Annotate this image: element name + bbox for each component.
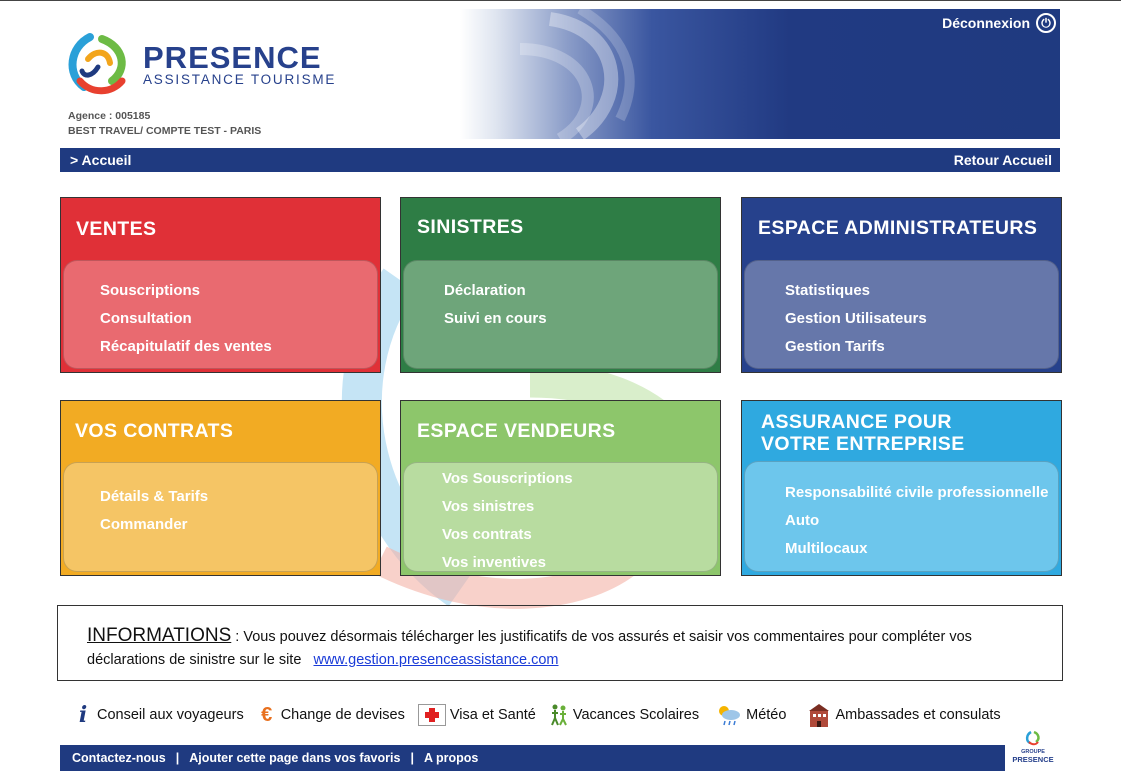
card-ventes: VENTES Souscriptions Consultation Récapi… <box>60 197 381 373</box>
breadcrumb[interactable]: > Accueil <box>70 152 131 168</box>
link-vos-inventives[interactable]: Vos inventives <box>442 549 717 577</box>
about-link[interactable]: A propos <box>424 751 478 765</box>
logout-button[interactable]: Déconnexion ⏻ <box>942 13 1056 33</box>
back-home-link[interactable]: Retour Accueil <box>954 152 1052 168</box>
link-recapitulatif-ventes[interactable]: Récapitulatif des ventes <box>100 333 377 361</box>
link-gestion-utilisateurs[interactable]: Gestion Utilisateurs <box>785 305 1058 333</box>
agency-info: Agence : 005185 BEST TRAVEL/ COMPTE TEST… <box>68 109 261 139</box>
footer-separator: | <box>410 751 414 765</box>
card-title-line2: VOTRE ENTREPRISE <box>761 433 965 455</box>
link-multilocaux[interactable]: Multilocaux <box>785 535 1058 563</box>
agency-name: BEST TRAVEL/ COMPTE TEST - PARIS <box>68 125 262 137</box>
gestion-site-link[interactable]: www.gestion.presenceassistance.com <box>313 652 558 668</box>
tool-ambassades-consulats[interactable]: Ambassades et consulats <box>806 703 1001 727</box>
card-sinistres: SINISTRES Déclaration Suivi en cours <box>400 197 721 373</box>
tools-bar: i Conseil aux voyageurs € Change de devi… <box>72 700 1013 730</box>
link-vos-sinistres[interactable]: Vos sinistres <box>442 493 717 521</box>
card-vos-contrats: VOS CONTRATS Détails & Tarifs Commander <box>60 400 381 576</box>
power-icon: ⏻ <box>1036 13 1056 33</box>
tool-label: Ambassades et consulats <box>835 707 1001 723</box>
tool-label: Météo <box>746 707 787 723</box>
tool-change-devises[interactable]: € Change de devises <box>256 703 405 727</box>
group-line2: PRESENCE <box>1012 755 1054 764</box>
tool-meteo[interactable]: Météo <box>715 703 786 727</box>
children-icon <box>548 703 570 727</box>
header: Déconnexion ⏻ PRESENCE ASSISTANCE TOURIS… <box>60 9 1060 139</box>
info-text-line2: déclarations de sinistre sur le site <box>87 652 302 668</box>
info-icon: i <box>78 702 88 728</box>
tool-label: Vacances Scolaires <box>572 707 700 723</box>
card-title: ASSURANCE POUR VOTRE ENTREPRISE <box>761 411 965 455</box>
brand-name: PRESENCE <box>143 40 322 75</box>
brand-subtitle: ASSISTANCE TOURISME <box>143 72 337 87</box>
info-title: INFORMATIONS <box>87 625 232 646</box>
tool-label: Visa et Santé <box>449 707 536 723</box>
presence-logo <box>68 33 126 95</box>
link-commander[interactable]: Commander <box>100 511 377 539</box>
add-favorites-link[interactable]: Ajouter cette page dans vos favoris <box>189 751 400 765</box>
card-title-line1: ASSURANCE POUR <box>761 411 952 433</box>
groupe-presence-logo: GROUPE PRESENCE <box>1008 730 1058 766</box>
groupe-presence-icon <box>1025 730 1040 746</box>
link-souscriptions[interactable]: Souscriptions <box>100 277 377 305</box>
agency-code: 005185 <box>115 110 151 122</box>
tool-label: Change de devises <box>280 707 405 723</box>
contact-link[interactable]: Contactez-nous <box>72 751 166 765</box>
link-details-tarifs[interactable]: Détails & Tarifs <box>100 483 377 511</box>
building-icon <box>806 703 832 727</box>
brand: PRESENCE ASSISTANCE TOURISME <box>143 40 337 88</box>
top-border <box>0 0 1121 1</box>
card-title: ESPACE VENDEURS <box>417 420 616 442</box>
header-banner: Déconnexion ⏻ <box>460 9 1060 139</box>
card-title: VENTES <box>76 218 157 240</box>
link-vos-souscriptions[interactable]: Vos Souscriptions <box>442 465 717 493</box>
agency-label: Agence : <box>68 110 113 122</box>
link-auto[interactable]: Auto <box>785 507 1058 535</box>
card-title: SINISTRES <box>417 216 524 238</box>
card-links: Déclaration Suivi en cours <box>403 260 718 369</box>
link-statistiques[interactable]: Statistiques <box>785 277 1058 305</box>
card-title: VOS CONTRATS <box>75 420 234 442</box>
link-consultation[interactable]: Consultation <box>100 305 377 333</box>
tool-label: Conseil aux voyageurs <box>97 707 244 723</box>
card-links: Statistiques Gestion Utilisateurs Gestio… <box>744 260 1059 369</box>
red-cross-icon <box>417 703 447 727</box>
footer-separator: | <box>175 751 180 765</box>
card-links: Souscriptions Consultation Récapitulatif… <box>63 260 378 369</box>
logout-label: Déconnexion <box>942 15 1030 31</box>
card-title: ESPACE ADMINISTRATEURS <box>758 217 1038 239</box>
link-declaration[interactable]: Déclaration <box>444 277 717 305</box>
info-text-line1: : Vous pouvez désormais télécharger les … <box>231 629 972 645</box>
tool-visa-sante[interactable]: Visa et Santé <box>417 703 536 727</box>
footer-bar: Contactez-nous | Ajouter cette page dans… <box>60 745 1005 771</box>
tool-vacances-scolaires[interactable]: Vacances Scolaires <box>548 703 699 727</box>
information-box: INFORMATIONS : Vous pouvez désormais tél… <box>57 605 1063 681</box>
nav-bar: > Accueil Retour Accueil <box>60 148 1060 172</box>
link-responsabilite-civile[interactable]: Responsabilité civile professionnelle <box>785 479 1058 507</box>
card-links: Détails & Tarifs Commander <box>63 462 378 572</box>
card-links: Vos Souscriptions Vos sinistres Vos cont… <box>403 462 718 572</box>
tool-conseil-voyageurs[interactable]: i Conseil aux voyageurs <box>72 702 244 728</box>
card-assurance-entreprise: ASSURANCE POUR VOTRE ENTREPRISE Responsa… <box>741 400 1062 576</box>
euro-icon: € <box>261 703 273 726</box>
weather-icon <box>715 703 743 727</box>
link-vos-contrats[interactable]: Vos contrats <box>442 521 717 549</box>
link-suivi-en-cours[interactable]: Suivi en cours <box>444 305 717 333</box>
card-espace-vendeurs: ESPACE VENDEURS Vos Souscriptions Vos si… <box>400 400 721 576</box>
link-gestion-tarifs[interactable]: Gestion Tarifs <box>785 333 1058 361</box>
card-links: Responsabilité civile professionnelle Au… <box>744 461 1059 572</box>
card-espace-administrateurs: ESPACE ADMINISTRATEURS Statistiques Gest… <box>741 197 1062 373</box>
